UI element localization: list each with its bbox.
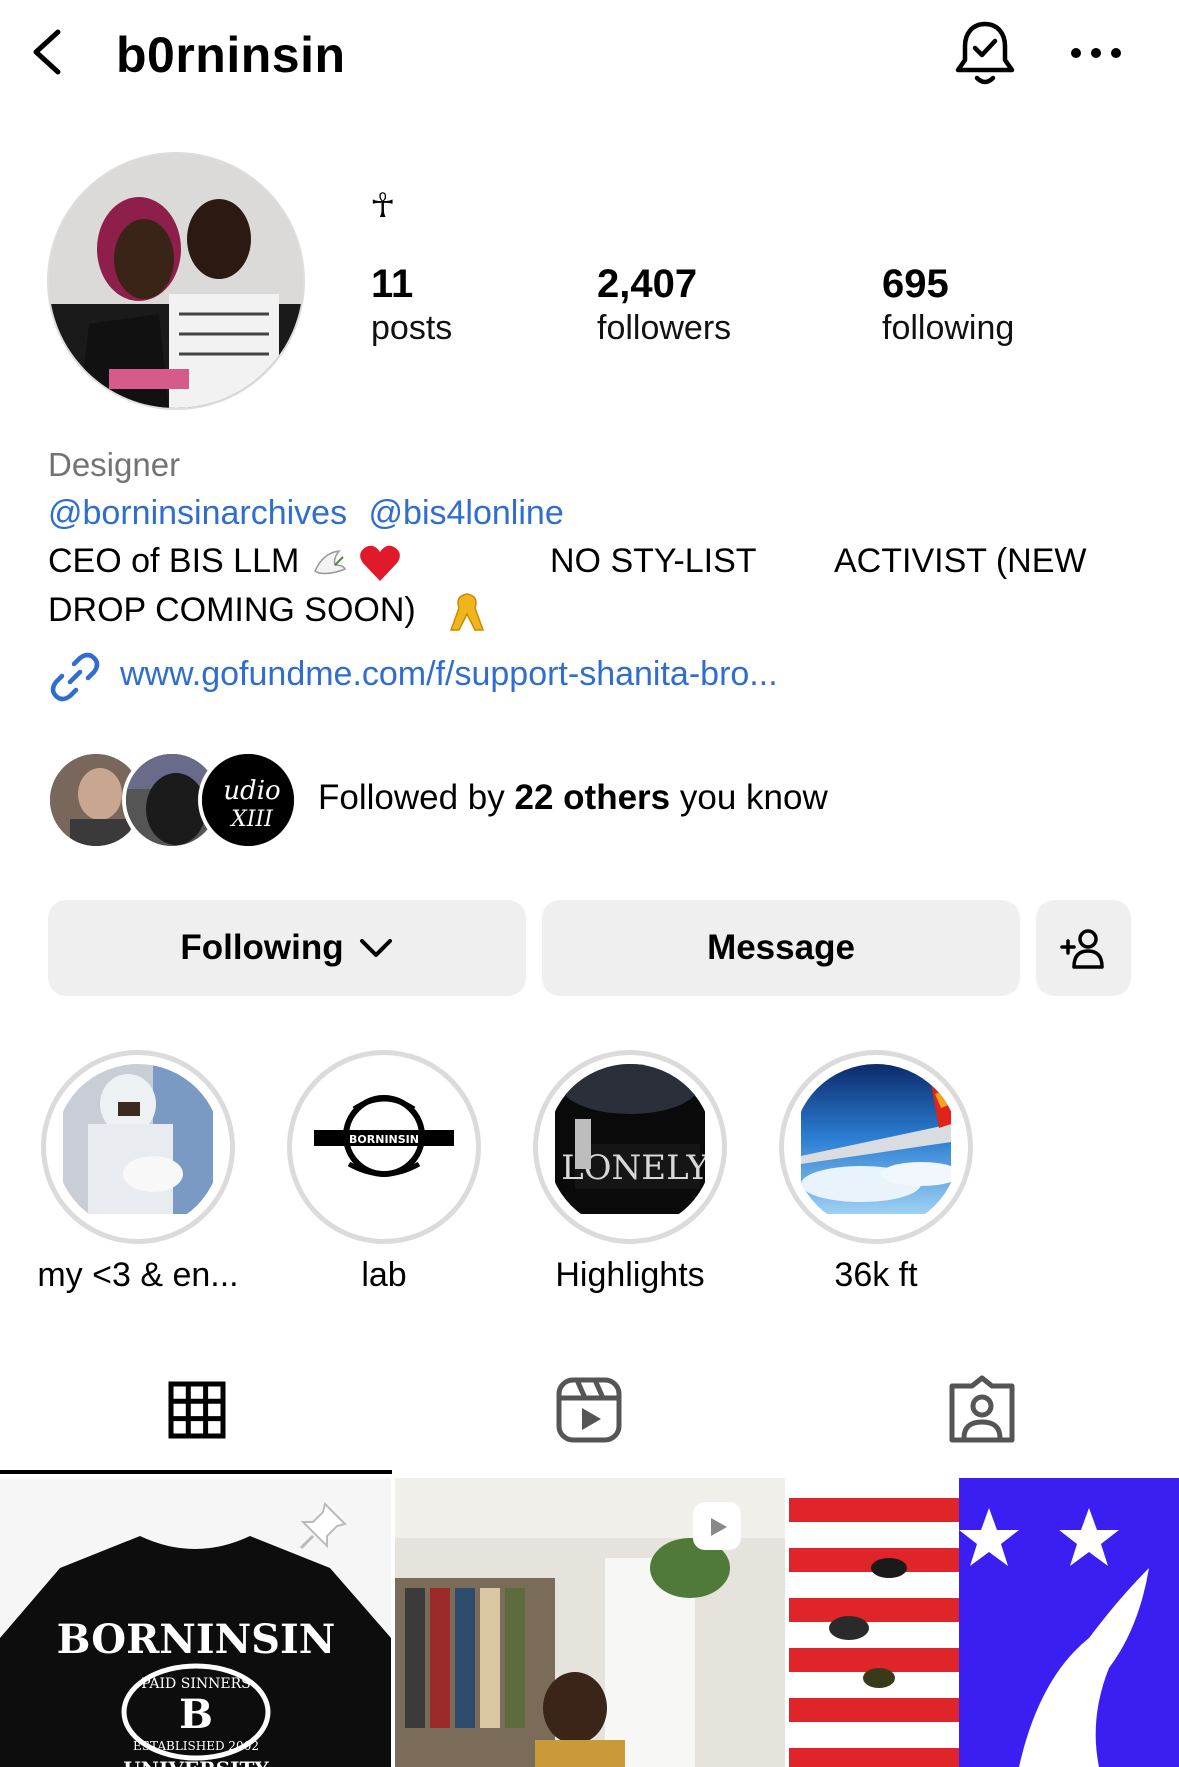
red-heart-icon: [360, 545, 401, 582]
highlight-ring: LONELY: [533, 1050, 727, 1244]
dove-icon: [313, 550, 346, 575]
followed-by-text[interactable]: Followed by 22 others you know: [318, 778, 828, 818]
reels-icon[interactable]: [549, 1370, 629, 1450]
profile-username: b0rninsin: [116, 27, 346, 83]
svg-text:BORNINSIN: BORNINSIN: [349, 1133, 419, 1146]
bio-line-2-text: DROP COMING SOON): [48, 590, 416, 629]
mention-link-2[interactable]: @bis4lonline: [369, 494, 564, 532]
active-tab-indicator: [0, 1470, 392, 1474]
pin-icon: [299, 1502, 347, 1550]
shirt-subtitle: PAID SINNERS: [141, 1676, 250, 1692]
bio-external-link[interactable]: www.gofundme.com/f/support-shanita-bro..…: [120, 655, 778, 694]
shirt-letter: B: [179, 1691, 213, 1738]
highlight-cover: [55, 1064, 221, 1230]
highlight-item-4[interactable]: 36k ft: [779, 1050, 973, 1295]
post-tile-3[interactable]: [789, 1478, 1179, 1767]
profile-header: b0rninsin: [0, 0, 1179, 110]
link-icon: [50, 652, 100, 702]
highlight-cover: LONELY: [547, 1064, 713, 1230]
chevron-down-icon: [359, 939, 392, 957]
bell-check-icon[interactable]: [952, 16, 1018, 92]
highlight-label: Highlights: [555, 1256, 705, 1294]
back-arrow-icon[interactable]: [22, 22, 82, 82]
more-dots-icon[interactable]: [1068, 30, 1124, 76]
bio-line-2: DROP COMING SOON): [48, 590, 487, 634]
shirt-title: BORNINSIN: [57, 1616, 336, 1663]
shirt-established: ESTABLISHED 2002: [133, 1739, 259, 1753]
bio-line-1-part-3: ACTIVIST (NEW: [834, 542, 1087, 580]
message-button-label: Message: [707, 928, 855, 967]
following-stat[interactable]: 695 following: [882, 262, 1014, 350]
highlight-label: lab: [361, 1256, 407, 1294]
highlight-item-2[interactable]: BORNINSIN lab: [287, 1050, 481, 1295]
followers-count: 2,407: [597, 262, 698, 306]
followed-by-prefix: Followed by: [318, 778, 505, 817]
bio-line-1-part-2: NO STY-LIST: [550, 542, 757, 580]
shirt-university: UNIVERSITY: [123, 1757, 269, 1767]
bio-mentions: @borninsinarchives @bis4lonline: [48, 494, 564, 533]
following-button[interactable]: Following: [48, 900, 526, 996]
posts-label: posts: [371, 309, 453, 347]
mention-link-1[interactable]: @borninsinarchives: [48, 494, 347, 532]
followers-label: followers: [597, 309, 732, 347]
bio-line-1: CEO of BIS LLM NO STY-LIST ACTIVIST (NEW: [48, 542, 1158, 583]
mutual-avatar-3[interactable]: udio XIII: [198, 750, 298, 850]
posts-stat[interactable]: 11 posts: [371, 262, 452, 350]
highlight-item-3[interactable]: LONELY Highlights: [533, 1050, 727, 1295]
followers-stat[interactable]: 2,407 followers: [597, 262, 731, 350]
highlight-ring: [41, 1050, 235, 1244]
bio-line-1-part-1: CEO of BIS LLM: [48, 542, 300, 580]
yellow-ribbon-icon: [450, 593, 485, 631]
message-button[interactable]: Message: [542, 900, 1020, 996]
bio-symbol: ☥: [370, 187, 396, 225]
posts-count: 11: [371, 262, 414, 306]
highlight-cover: [793, 1064, 959, 1230]
following-button-label: Following: [180, 928, 344, 967]
following-label: following: [882, 309, 1015, 347]
grid-icon[interactable]: [157, 1370, 237, 1450]
highlight-item-1[interactable]: my <3 & en...: [37, 1050, 239, 1295]
suggest-users-button[interactable]: [1036, 900, 1131, 996]
following-count: 695: [882, 262, 949, 306]
add-user-icon: [1059, 929, 1104, 969]
post-tile-1[interactable]: BORNINSIN PAID SINNERS B ESTABLISHED 200…: [0, 1478, 391, 1767]
tagged-icon[interactable]: [942, 1370, 1022, 1450]
svg-text:XIII: XIII: [229, 807, 274, 832]
highlight-ring: BORNINSIN: [287, 1050, 481, 1244]
post-tile-2[interactable]: [395, 1478, 785, 1767]
highlight-cover: BORNINSIN: [301, 1064, 467, 1230]
highlight-label: my <3 & en...: [37, 1256, 239, 1294]
highlight-label: 36k ft: [834, 1256, 918, 1294]
svg-text:udio: udio: [223, 776, 280, 806]
profile-avatar[interactable]: [47, 152, 305, 410]
followed-by-suffix: you know: [679, 778, 828, 817]
highlight-ring: [779, 1050, 973, 1244]
bio-category: Designer: [48, 446, 181, 483]
reel-badge-icon: [693, 1502, 741, 1550]
followed-by-count: 22 others: [514, 778, 671, 817]
